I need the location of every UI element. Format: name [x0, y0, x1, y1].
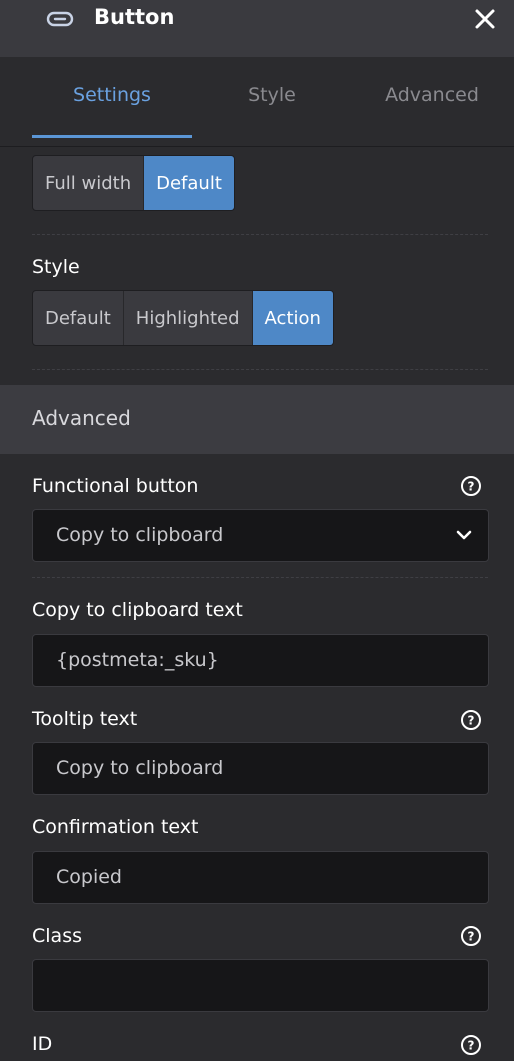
- id-label: ID: [32, 1033, 53, 1055]
- functional-button-value: Copy to clipboard: [56, 524, 224, 546]
- svg-text:?: ?: [468, 930, 475, 944]
- chevron-down-icon: [456, 530, 472, 540]
- copy-text-value: {postmeta:_sku}: [56, 649, 219, 671]
- confirmation-label: Confirmation text: [32, 816, 199, 838]
- style-label: Style: [32, 256, 80, 278]
- style-toggle: Default Highlighted Action: [32, 290, 334, 346]
- active-tab-indicator: [32, 135, 192, 138]
- style-default-option[interactable]: Default: [33, 291, 124, 345]
- copy-text-label: Copy to clipboard text: [32, 599, 243, 621]
- class-label: Class: [32, 925, 82, 947]
- default-width-option[interactable]: Default: [144, 156, 234, 210]
- tab-settings[interactable]: Settings: [32, 84, 192, 106]
- panel-header: Button: [0, 0, 514, 57]
- confirmation-value: Copied: [56, 866, 122, 888]
- help-icon[interactable]: ?: [460, 925, 482, 947]
- close-icon[interactable]: [474, 8, 496, 30]
- help-icon[interactable]: ?: [460, 709, 482, 731]
- full-width-option[interactable]: Full width: [33, 156, 145, 210]
- tab-style[interactable]: Style: [192, 84, 352, 106]
- tooltip-value: Copy to clipboard: [56, 757, 224, 779]
- tooltip-label: Tooltip text: [32, 708, 138, 730]
- help-icon[interactable]: ?: [460, 1034, 482, 1056]
- tab-advanced[interactable]: Advanced: [352, 84, 512, 106]
- width-toggle: Full width Default: [32, 155, 235, 211]
- help-icon[interactable]: ?: [460, 475, 482, 497]
- class-input[interactable]: [32, 959, 489, 1012]
- functional-button-select[interactable]: Copy to clipboard: [32, 509, 489, 562]
- svg-text:?: ?: [468, 1039, 475, 1053]
- style-action-option[interactable]: Action: [252, 291, 333, 345]
- divider: [32, 234, 488, 235]
- style-highlighted-option[interactable]: Highlighted: [124, 291, 253, 345]
- tab-bar: Settings Style Advanced: [0, 57, 514, 147]
- advanced-section-header[interactable]: Advanced: [0, 385, 514, 454]
- tooltip-input[interactable]: Copy to clipboard: [32, 742, 489, 795]
- button-icon: [46, 11, 74, 27]
- divider: [32, 369, 488, 370]
- functional-button-label: Functional button: [32, 475, 199, 497]
- svg-text:?: ?: [468, 480, 475, 494]
- panel-title: Button: [94, 5, 175, 29]
- divider: [32, 577, 488, 578]
- copy-text-input[interactable]: {postmeta:_sku}: [32, 634, 489, 687]
- svg-text:?: ?: [468, 714, 475, 728]
- advanced-section-title: Advanced: [32, 406, 131, 430]
- confirmation-input[interactable]: Copied: [32, 851, 489, 904]
